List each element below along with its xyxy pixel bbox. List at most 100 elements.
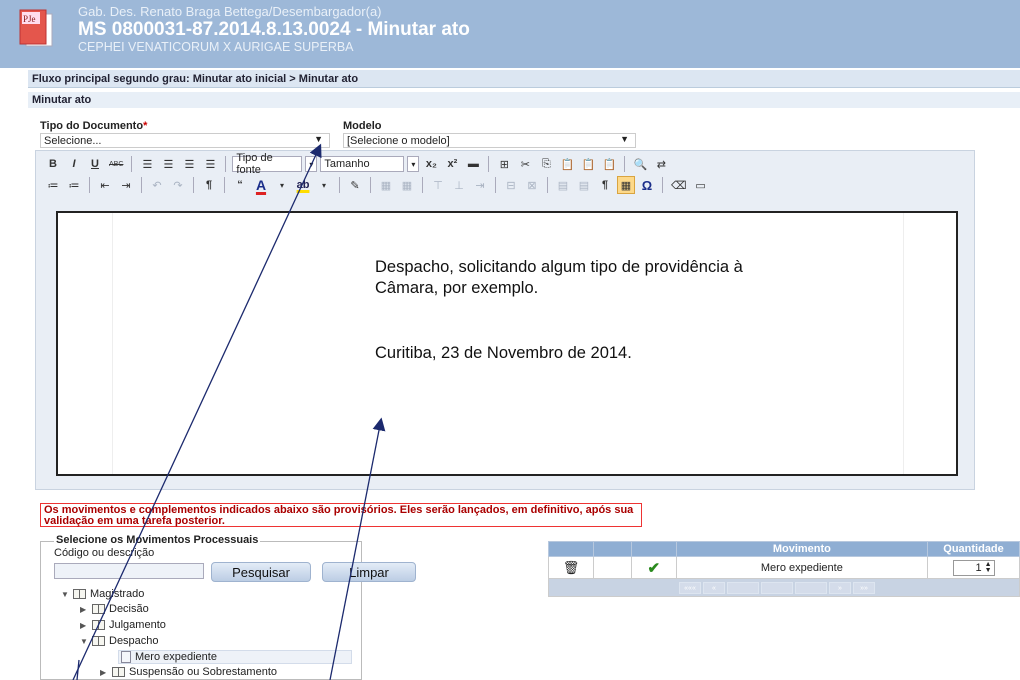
table-props-icon[interactable]: ▦ [398, 176, 416, 194]
provisional-warning: Os movimentos e complementos indicados a… [40, 503, 642, 527]
clear-button[interactable]: Limpar [322, 562, 416, 582]
underline-button[interactable]: U [86, 155, 104, 173]
tree-node-julgamento[interactable]: ▶ Julgamento [80, 619, 166, 631]
visual-aid-icon[interactable]: ▦ [617, 176, 635, 194]
quote-button[interactable]: “ [231, 176, 249, 194]
last-page-icon[interactable]: »» [853, 582, 875, 594]
table-icon[interactable]: ▦ [377, 176, 395, 194]
show-paragraphs-button[interactable]: ¶ [596, 176, 614, 194]
document-text-line-3: Curitiba, 23 de Novembro de 2014. [375, 344, 632, 362]
paste-icon[interactable]: 📋 [558, 155, 576, 173]
bullet-list-icon[interactable]: ≔ [44, 176, 62, 194]
indent-icon[interactable]: ⇥ [117, 176, 135, 194]
chevron-down-icon[interactable]: ▾ [305, 156, 318, 172]
paste-text-icon[interactable]: 📋 [579, 155, 597, 173]
editor-document-area[interactable]: Despacho, solicitando algum tipo de prov… [56, 211, 958, 476]
select-all-icon[interactable]: ⊞ [495, 155, 513, 173]
tree-node-label: Suspensão ou Sobrestamento [129, 666, 277, 678]
fullscreen-icon[interactable]: ▭ [692, 176, 710, 194]
merge-cells-icon[interactable]: ⊟ [502, 176, 520, 194]
cell-props-icon[interactable]: ▤ [554, 176, 572, 194]
chevron-down-icon[interactable]: ▾ [315, 176, 333, 194]
tree-node-despacho[interactable]: ▼ Despacho [80, 635, 159, 647]
cut-icon[interactable]: ✂ [516, 155, 534, 173]
tipo-documento-value: Selecione... [44, 135, 102, 147]
special-char-button[interactable]: Ω [638, 176, 656, 194]
editor-page: Despacho, solicitando algum tipo de prov… [112, 213, 904, 474]
editor-toolbar-row-1: B I U ABC ☰ ☰ ☰ ☰ Tipo de fonte ▾ Tamanh… [44, 152, 670, 176]
collapsed-arrow-icon[interactable]: ▶ [80, 605, 88, 614]
quantity-stepper[interactable]: 1 ▲ ▼ [952, 559, 995, 576]
split-cells-icon[interactable]: ⊠ [523, 176, 541, 194]
highlight-color-button[interactable]: ab [294, 176, 312, 194]
bold-button[interactable]: B [44, 155, 62, 173]
document-text-line-2: Câmara, por exemplo. [375, 279, 539, 297]
col-header-quantidade: Quantidade [927, 541, 1020, 557]
tree-node-mero-expediente[interactable]: Mero expediente [118, 650, 352, 664]
align-left-icon[interactable]: ☰ [138, 155, 156, 173]
col-header-movimento: Movimento [675, 541, 929, 557]
stepper-arrows-icon[interactable]: ▲ ▼ [985, 561, 992, 574]
collapsed-arrow-icon[interactable]: ▶ [80, 621, 88, 630]
align-justify-icon[interactable]: ☰ [201, 155, 219, 173]
movimento-cell: Mero expediente [675, 556, 929, 579]
delete-row-icon[interactable]: ⊥ [450, 176, 468, 194]
search-button[interactable]: Pesquisar [211, 562, 311, 582]
insert-col-icon[interactable]: ⇥ [471, 176, 489, 194]
tree-node-label: Magistrado [90, 588, 145, 600]
movement-search-input[interactable] [54, 563, 204, 579]
document-text-line-1: Despacho, solicitando algum tipo de prov… [375, 258, 743, 276]
pje-logo-icon: PJe [14, 8, 58, 52]
modelo-select[interactable]: [Selecione o modelo] ▼ [343, 133, 636, 148]
modelo-label: Modelo [343, 120, 382, 132]
font-size-select[interactable]: Tamanho [320, 156, 405, 172]
italic-button[interactable]: I [65, 155, 83, 173]
align-right-icon[interactable]: ☰ [180, 155, 198, 173]
breadcrumb: Fluxo principal segundo grau: Minutar at… [28, 70, 1020, 88]
eraser-icon[interactable]: ⌫ [669, 176, 689, 194]
insert-row-icon[interactable]: ⊤ [429, 176, 447, 194]
undo-icon[interactable]: ↶ [148, 176, 166, 194]
page-slot[interactable] [795, 582, 827, 594]
trash-icon[interactable]: 🗑 [548, 556, 594, 579]
redo-icon[interactable]: ↷ [169, 176, 187, 194]
tree-node-decisao[interactable]: ▶ Decisão [80, 603, 149, 615]
subscript-icon[interactable]: x₂ [422, 155, 440, 173]
align-center-icon[interactable]: ☰ [159, 155, 177, 173]
next-page-icon[interactable]: » [829, 582, 851, 594]
strikethrough-button[interactable]: ABC [107, 155, 125, 173]
outdent-icon[interactable]: ⇤ [96, 176, 114, 194]
tipo-documento-select[interactable]: Selecione... ▼ [40, 133, 330, 148]
expanded-arrow-icon[interactable]: ▼ [61, 590, 69, 599]
page-slot[interactable] [761, 582, 793, 594]
tree-node-label: Julgamento [109, 619, 166, 631]
chevron-down-icon[interactable]: ▾ [407, 156, 420, 172]
page-slot[interactable] [727, 582, 759, 594]
prev-page-icon[interactable]: « [703, 582, 725, 594]
first-page-icon[interactable]: ««« [679, 582, 701, 594]
section-title: Minutar ato [28, 92, 1020, 108]
tree-node-magistrado[interactable]: ▼ Magistrado [61, 588, 144, 600]
font-family-select[interactable]: Tipo de fonte [232, 152, 303, 176]
numbered-list-icon[interactable]: ≔ [65, 176, 83, 194]
find-icon[interactable]: 🔍 [631, 155, 649, 173]
chevron-down-icon[interactable]: ▾ [273, 176, 291, 194]
copy-icon[interactable]: ⎘ [537, 155, 555, 173]
document-icon [121, 651, 131, 663]
replace-icon[interactable]: ⇄ [652, 155, 670, 173]
modelo-value: [Selecione o modelo] [347, 135, 450, 147]
expanded-arrow-icon[interactable]: ▼ [80, 637, 88, 646]
tipo-documento-label: Tipo do Documento* [40, 120, 148, 132]
paste-word-icon[interactable]: 📋 [600, 155, 618, 173]
table-pager: ««« « » »» [548, 578, 1020, 597]
collapsed-arrow-icon[interactable]: ▶ [100, 668, 108, 677]
tree-node-suspensao[interactable]: ▶ Suspensão ou Sobrestamento [100, 666, 277, 678]
text-color-button[interactable]: A [252, 176, 270, 194]
horizontal-rule-icon[interactable]: ▬ [464, 155, 482, 173]
row-props-icon[interactable]: ▤ [575, 176, 593, 194]
edit-icon[interactable]: ✎ [346, 176, 364, 194]
editor-toolbar-row-2: ≔ ≔ ⇤ ⇥ ↶ ↷ ¶ “ A ▾ ab ▾ ✎ ▦ ▦ ⊤ ⊥ ⇥ ⊟ ⊠… [44, 175, 710, 195]
superscript-icon[interactable]: x² [443, 155, 461, 173]
tree-node-label: Mero expediente [135, 651, 217, 663]
blockquote-icon[interactable]: ¶ [200, 176, 218, 194]
